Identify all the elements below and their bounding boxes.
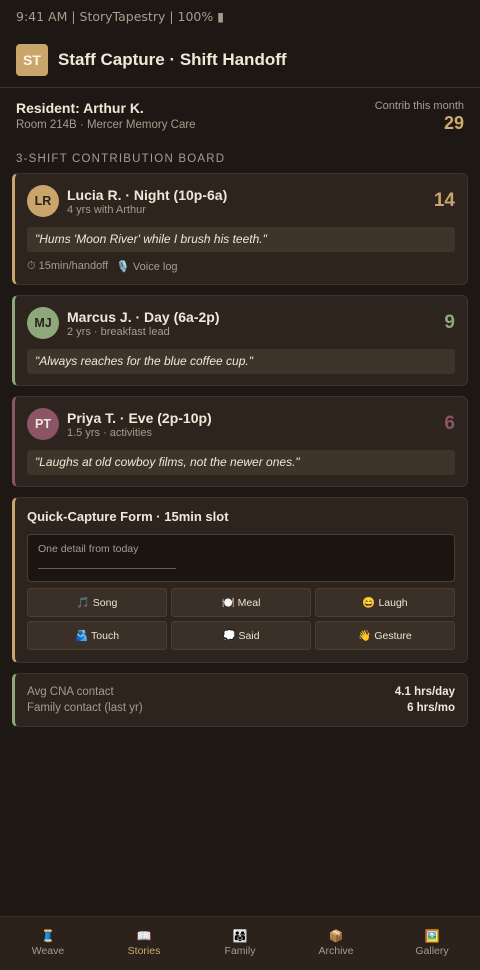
- nav-family[interactable]: 👨‍👩‍👧 Family: [192, 917, 288, 970]
- memory-quote: "Hums 'Moon River' while I brush his tee…: [27, 227, 455, 252]
- status-text: 9:41 AM | StoryTapestry | 100% ▮: [16, 9, 225, 24]
- book-icon: 📖: [136, 929, 152, 943]
- nav-weave[interactable]: 🧵 Weave: [0, 917, 96, 970]
- music-note-icon: 🎵: [76, 597, 90, 609]
- contact-stats: Avg CNA contact 4.1 hrs/day Family conta…: [12, 673, 468, 727]
- family-icon: 👨‍👩‍👧: [232, 929, 248, 943]
- nav-archive[interactable]: 📦 Archive: [288, 917, 384, 970]
- form-title: Quick-Capture Form · 15min slot: [27, 509, 229, 524]
- voice-log-link[interactable]: 🎙️ Voice log: [116, 260, 177, 273]
- tag-touch-button[interactable]: 🫂 Touch: [27, 621, 167, 650]
- bottom-nav: 🧵 Weave 📖 Stories 👨‍👩‍👧 Family 📦 Archive…: [0, 916, 480, 970]
- hug-icon: 🫂: [74, 630, 89, 642]
- staff-name: Priya T. · Eve (2p-10p): [67, 409, 212, 426]
- staff-tenure: 4 yrs with Arthur: [67, 203, 146, 216]
- staff-card-lucia[interactable]: LR Lucia R. · Night (10p-6a) 4 yrs with …: [12, 173, 468, 285]
- memory-quote: "Always reaches for the blue coffee cup.…: [27, 349, 455, 374]
- nav-label: Family: [224, 945, 256, 957]
- smile-icon: 😄: [362, 597, 376, 609]
- staff-name: Marcus J. · Day (6a-2p): [67, 308, 220, 325]
- tag-label: Song: [92, 596, 118, 609]
- stat-row: Avg CNA contact 4.1 hrs/day: [27, 684, 455, 700]
- input-underline: [38, 568, 176, 569]
- detail-input-label: One detail from today: [38, 543, 139, 555]
- quick-capture-form: Quick-Capture Form · 15min slot One deta…: [12, 497, 468, 663]
- staff-name: Lucia R. · Night (10p-6a): [67, 186, 228, 203]
- nav-label: Gallery: [415, 945, 449, 957]
- detail-input[interactable]: One detail from today: [27, 534, 455, 582]
- tag-label: Meal: [237, 596, 261, 609]
- contrib-label: Contrib this month: [374, 100, 464, 112]
- tag-label: Laugh: [378, 596, 408, 609]
- nav-gallery[interactable]: 🖼️ Gallery: [384, 917, 480, 970]
- app-logo: ST: [16, 43, 48, 76]
- avatar: PT: [27, 408, 59, 440]
- tag-label: Gesture: [374, 629, 412, 642]
- thread-icon: 🧵: [40, 929, 56, 943]
- tag-laugh-button[interactable]: 😄 Laugh: [315, 588, 455, 617]
- tag-song-button[interactable]: 🎵 Song: [27, 588, 167, 617]
- status-bar: 9:41 AM | StoryTapestry | 100% ▮: [0, 0, 480, 32]
- page-title: Staff Capture · Shift Handoff: [58, 49, 287, 69]
- memory-quote: "Laughs at old cowboy films, not the new…: [27, 450, 455, 475]
- tag-gesture-button[interactable]: 👋 Gesture: [315, 621, 455, 650]
- tag-label: Said: [238, 629, 260, 642]
- handoff-time: ⏱ 15min/handoff: [27, 260, 109, 272]
- nav-label: Stories: [127, 945, 161, 957]
- resident-room: Room 214B · Mercer Memory Care: [16, 119, 196, 131]
- box-icon: 📦: [328, 929, 344, 943]
- contribution-count: 9: [444, 312, 455, 333]
- stat-value: 6 hrs/mo: [407, 702, 455, 714]
- staff-card-marcus[interactable]: MJ Marcus J. · Day (6a-2p) 2 yrs · break…: [12, 295, 468, 386]
- tag-meal-button[interactable]: 🍽️ Meal: [171, 588, 311, 617]
- nav-label: Archive: [318, 945, 354, 957]
- resident-name: Resident: Arthur K.: [16, 100, 144, 116]
- nav-label: Weave: [31, 945, 65, 957]
- picture-icon: 🖼️: [424, 929, 440, 943]
- contribution-count: 14: [433, 190, 455, 211]
- stat-value: 4.1 hrs/day: [394, 686, 455, 698]
- resident-summary: Resident: Arthur K. Room 214B · Mercer M…: [0, 88, 480, 152]
- plate-icon: 🍽️: [221, 597, 235, 609]
- tag-said-button[interactable]: 💭 Said: [171, 621, 311, 650]
- wave-hand-icon: 👋: [358, 630, 372, 642]
- stat-label: Family contact (last yr): [27, 702, 143, 714]
- tag-label: Touch: [91, 629, 120, 642]
- stat-label: Avg CNA contact: [27, 686, 114, 698]
- avatar: MJ: [27, 307, 59, 339]
- staff-tenure: 1.5 yrs · activities: [67, 426, 152, 439]
- nav-stories[interactable]: 📖 Stories: [96, 917, 192, 970]
- thought-bubble-icon: 💭: [222, 630, 236, 642]
- stat-row: Family contact (last yr) 6 hrs/mo: [27, 700, 455, 716]
- contrib-count: 29: [443, 113, 464, 133]
- avatar: LR: [27, 185, 59, 217]
- contribution-count: 6: [444, 413, 455, 434]
- board-title: 3-SHIFT CONTRIBUTION BOARD: [16, 153, 226, 165]
- staff-tenure: 2 yrs · breakfast lead: [67, 325, 170, 338]
- app-header: ST Staff Capture · Shift Handoff: [0, 32, 480, 88]
- staff-card-priya[interactable]: PT Priya T. · Eve (2p-10p) 1.5 yrs · act…: [12, 396, 468, 487]
